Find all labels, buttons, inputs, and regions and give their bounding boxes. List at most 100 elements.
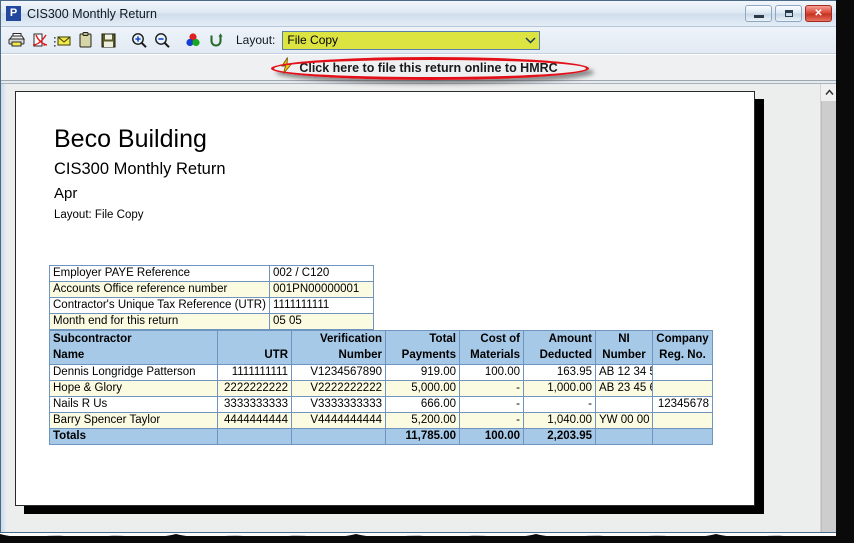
column-header-company-reg-no: Company Reg. No. — [652, 330, 713, 365]
cis300-report-body: Beco Building CIS300 Monthly Return Apr … — [16, 92, 754, 505]
preview-vertical-scrollbar[interactable] — [820, 84, 837, 532]
file-return-online-label: Click here to file this return online to… — [299, 60, 558, 75]
chevron-up-icon — [824, 89, 834, 95]
hmrc-filing-banner[interactable]: Click here to file this return online to… — [1, 54, 837, 81]
table-row: Dennis Longridge Patterson 1111111111 V1… — [49, 364, 713, 381]
report-month: Apr — [54, 185, 78, 202]
cell-cost-of-materials: 100.00 — [459, 364, 524, 381]
cell-company-reg-no — [652, 364, 713, 381]
info-label: Month end for this return — [49, 313, 270, 330]
cell-cost-of-materials: - — [459, 412, 524, 429]
cell-verification: V2222222222 — [291, 380, 386, 397]
cell-totals-ni-number — [595, 428, 653, 445]
clipboard-icon[interactable] — [74, 29, 96, 51]
info-label: Contractor's Unique Tax Reference (UTR) — [49, 297, 270, 314]
refresh-icon[interactable] — [205, 29, 227, 51]
zoom-out-icon-svg — [154, 32, 170, 48]
print-icon[interactable] — [5, 29, 27, 51]
info-value: 002 / C120 — [269, 265, 374, 282]
cell-utr: 1111111111 — [217, 364, 292, 381]
payroll-app-icon: P — [6, 6, 21, 21]
save-icon[interactable] — [97, 29, 119, 51]
column-header-subcontractor-name: Subcontractor Name — [49, 330, 218, 365]
maximize-icon — [784, 10, 793, 17]
close-icon: ✕ — [814, 8, 823, 19]
lightning-bolt-icon — [280, 56, 293, 79]
table-row: Nails R Us 3333333333 V3333333333 666.00… — [49, 396, 713, 413]
column-header-ni-number: NI Number — [595, 330, 653, 365]
export-pdf-icon-svg — [32, 33, 47, 46]
table-totals-row: Totals 11,785.00 100.00 2,203.95 — [49, 428, 713, 445]
cell-amount-deducted: 1,000.00 — [523, 380, 596, 397]
cell-verification: V3333333333 — [291, 396, 386, 413]
info-label: Employer PAYE Reference — [49, 265, 270, 282]
column-header-cost-of-materials: Cost of Materials — [459, 330, 524, 365]
table-header: Subcontractor Name UTR Verification Numb… — [49, 330, 713, 365]
layout-label: Layout: — [236, 33, 276, 47]
save-icon-svg — [101, 33, 115, 47]
table-row: Barry Spencer Taylor 4444444444 V4444444… — [49, 412, 713, 429]
colour-palette-icon-svg — [185, 32, 200, 46]
report-title: CIS300 Monthly Return — [54, 160, 226, 178]
minimize-icon — [753, 14, 764, 18]
cell-name: Barry Spencer Taylor — [49, 412, 218, 429]
minimize-button[interactable] — [745, 5, 772, 22]
cell-utr: 4444444444 — [217, 412, 292, 429]
cell-amount-deducted: 1,040.00 — [523, 412, 596, 429]
email-icon[interactable] — [51, 29, 73, 51]
cell-totals-company-reg-no — [652, 428, 713, 445]
cell-ni-number — [595, 396, 653, 413]
chevron-down-icon-svg — [525, 36, 536, 44]
window-titlebar[interactable]: P CIS300 Monthly Return ✕ — [1, 1, 837, 27]
maximize-button[interactable] — [775, 5, 802, 22]
report-layout-line: Layout: File Copy — [54, 209, 144, 221]
file-return-online-link[interactable]: Click here to file this return online to… — [280, 56, 558, 79]
lightning-bolt-icon-svg — [281, 56, 293, 74]
cell-ni-number: AB 12 34 56 A — [595, 364, 653, 381]
window-title: CIS300 Monthly Return — [27, 6, 157, 21]
print-icon-svg — [8, 32, 25, 46]
column-header-total-payments: Total Payments — [385, 330, 460, 365]
colour-palette-icon[interactable] — [182, 29, 204, 51]
chevron-down-icon[interactable] — [522, 32, 539, 49]
email-icon-svg — [53, 36, 70, 47]
cell-amount-deducted: - — [523, 396, 596, 413]
scroll-up-button[interactable] — [821, 84, 837, 101]
column-header-verification-number: Verification Number — [291, 330, 386, 365]
cell-name: Dennis Longridge Patterson — [49, 364, 218, 381]
preview-canvas[interactable]: Beco Building CIS300 Monthly Return Apr … — [7, 84, 820, 532]
clipboard-icon-svg — [79, 31, 91, 47]
info-value: 05 05 — [269, 313, 374, 330]
layout-select[interactable]: File Copy — [282, 30, 541, 50]
subcontractor-payments-table: Subcontractor Name UTR Verification Numb… — [49, 330, 713, 445]
employer-details-table: Employer PAYE Reference 002 / C120 Accou… — [49, 265, 374, 330]
column-header-utr: UTR — [217, 330, 292, 365]
cell-ni-number: YW 00 00 04 A — [595, 412, 653, 429]
cell-utr: 2222222222 — [217, 380, 292, 397]
cell-total-payments: 919.00 — [385, 364, 460, 381]
table-row: Accounts Office reference number 001PN00… — [49, 281, 374, 298]
cell-totals-cost-of-materials: 100.00 — [459, 428, 524, 445]
table-row: Hope & Glory 2222222222 V2222222222 5,00… — [49, 380, 713, 397]
cell-totals-utr — [217, 428, 292, 445]
cell-total-payments: 666.00 — [385, 396, 460, 413]
layout-select-value: File Copy — [287, 33, 339, 47]
info-value: 001PN00000001 — [269, 281, 374, 298]
zoom-out-icon[interactable] — [151, 29, 173, 51]
cell-company-reg-no — [652, 412, 713, 429]
zoom-in-icon[interactable] — [128, 29, 150, 51]
export-pdf-icon[interactable] — [28, 29, 50, 51]
cell-totals-amount-deducted: 2,203.95 — [523, 428, 596, 445]
cell-verification: V4444444444 — [291, 412, 386, 429]
cis300-monthly-return-window: P CIS300 Monthly Return ✕ Layout: File C… — [0, 0, 838, 533]
cell-totals-total-payments: 11,785.00 — [385, 428, 460, 445]
report-page: Beco Building CIS300 Monthly Return Apr … — [15, 91, 755, 506]
close-button[interactable]: ✕ — [805, 5, 832, 22]
window-caption-buttons: ✕ — [745, 5, 835, 22]
scrollbar-thumb[interactable] — [821, 101, 837, 532]
cell-amount-deducted: 163.95 — [523, 364, 596, 381]
report-toolbar: Layout: File Copy — [1, 27, 837, 54]
table-body: Dennis Longridge Patterson 1111111111 V1… — [49, 364, 713, 445]
table-row: Contractor's Unique Tax Reference (UTR) … — [49, 297, 374, 314]
table-header-row: Subcontractor Name UTR Verification Numb… — [49, 330, 713, 365]
